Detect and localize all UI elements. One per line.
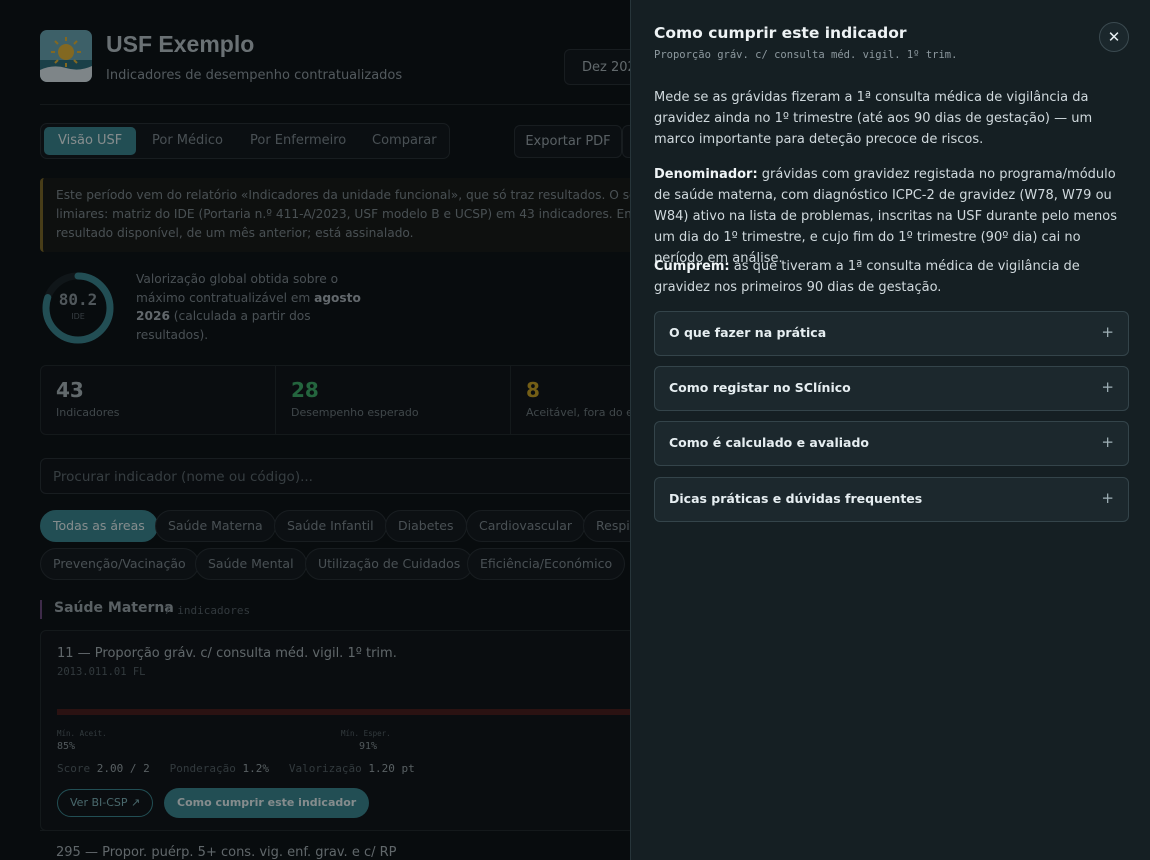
accordion-label: Como é calculado e avaliado (669, 435, 869, 450)
drawer-title: Como cumprir este indicador (654, 24, 907, 42)
close-icon[interactable]: ✕ (1099, 22, 1129, 52)
accordion-label: O que fazer na prática (669, 325, 827, 340)
accordion-tips[interactable]: Dicas práticas e dúvidas frequentes + (654, 477, 1129, 522)
accordion-register[interactable]: Como registar no SClínico + (654, 366, 1129, 411)
numerator-definition: Cumprem: as que tiveram a 1ª consulta mé… (654, 259, 1080, 295)
denominator-definition: Denominador: grávidas com gravidez regis… (654, 167, 1118, 266)
accordion-label: Dicas práticas e dúvidas frequentes (669, 491, 923, 506)
accordion-practice[interactable]: O que fazer na prática + (654, 311, 1129, 356)
plus-icon: + (1101, 378, 1114, 396)
plus-icon: + (1101, 433, 1114, 451)
plus-icon: + (1101, 323, 1114, 341)
drawer-subtitle: Proporção gráv. c/ consulta méd. vigil. … (654, 49, 958, 61)
accordion-label: Como registar no SClínico (669, 380, 851, 395)
accordion-calculation[interactable]: Como é calculado e avaliado + (654, 421, 1129, 466)
how-to-comply-drawer: Como cumprir este indicador Proporção gr… (630, 0, 1150, 860)
plus-icon: + (1101, 489, 1114, 507)
indicator-description: Mede se as grávidas fizeram a 1ª consult… (654, 90, 1093, 147)
